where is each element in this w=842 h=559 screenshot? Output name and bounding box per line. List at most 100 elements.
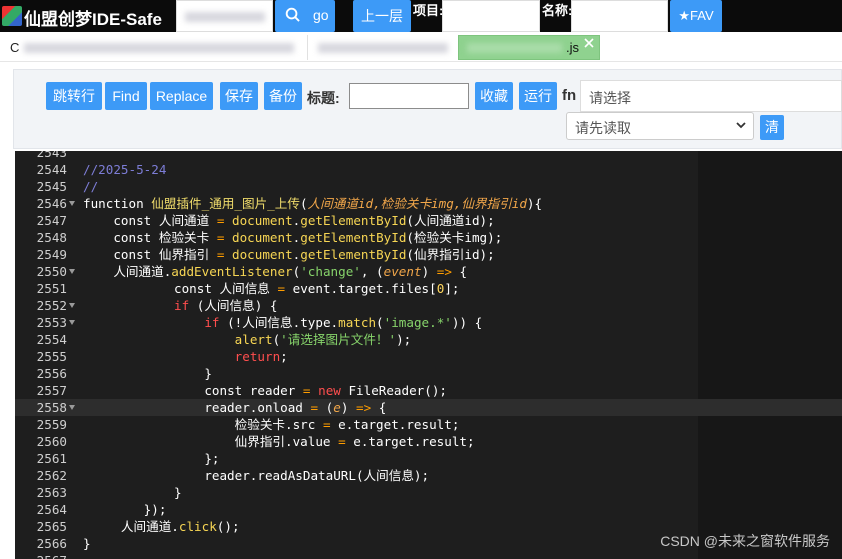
name-input[interactable] [571,0,668,32]
replace-button[interactable]: Replace [150,82,213,110]
code-line[interactable]: 2551 const 人间信息 = event.target.files[0]; [15,280,842,297]
title-label: 标题: [307,90,340,106]
project-input[interactable] [442,0,540,32]
line-number: 2555 [36,349,67,364]
code-line[interactable]: 2547 const 人间通道 = document.getElementByI… [15,212,842,229]
search-icon [285,7,300,22]
fold-arrow-icon[interactable] [69,201,75,206]
code-text: }; [83,451,220,466]
app-logo-icon [2,6,22,26]
run-button[interactable]: 运行 [519,82,557,110]
line-number: 2554 [36,332,67,347]
code-editor[interactable]: 2543 2544 //2025-5-24 2545 // 2546 function 仙盟… [15,151,842,559]
code-text: if (人间信息) { [174,298,278,313]
code-line[interactable]: 2554 alert('请选择图片文件！'); [15,331,842,348]
code-text: 检验关卡.src = e.target.result; [83,417,460,432]
fold-arrow-icon[interactable] [69,405,75,410]
line-number: 2558 [36,400,67,415]
redacted-text [24,43,294,53]
find-button[interactable]: Find [105,82,147,110]
path-input[interactable] [176,0,273,32]
line-number: 2543 [36,151,67,160]
code-line[interactable]: 2555 return; [15,348,842,365]
function-select[interactable]: 请选择 [580,80,842,112]
file-tab[interactable]: C [0,35,308,60]
watermark: CSDN @未来之窗软件服务 [660,533,830,549]
code-text: 人间通道.click(); [83,519,240,534]
line-number: 2549 [36,247,67,262]
top-bar: 仙盟创梦IDE-Safe go 上一层 项目: 名称: ★FAV [0,0,842,32]
search-go-button[interactable]: go [275,0,335,32]
code-text: function 仙盟插件_通用_图片_上传(人间通道id,检验关卡img,仙界… [83,196,543,211]
code-line[interactable]: 2561 }; [15,450,842,467]
file-tab[interactable] [312,35,458,60]
file-tab-bar: C .js [0,32,842,62]
code-line[interactable]: 2552 if (人间信息) { [15,297,842,314]
name-label: 名称: [542,3,573,18]
code-line[interactable]: 2559 检验关卡.src = e.target.result; [15,416,842,433]
code-line[interactable]: 2546 function 仙盟插件_通用_图片_上传(人间通道id,检验关卡im… [15,195,842,212]
line-number: 2548 [36,230,67,245]
code-text: const 检验关卡 = document.getElementById(检验关… [113,230,503,245]
title-input[interactable] [349,83,469,109]
code-line[interactable]: 2549 const 仙界指引 = document.getElementByI… [15,246,842,263]
close-icon[interactable] [582,36,596,50]
code-line[interactable]: 2543 [15,151,842,161]
redacted-text [318,43,448,53]
line-number: 2562 [36,468,67,483]
code-line[interactable]: 2562 reader.readAsDataURL(人间信息); [15,467,842,484]
fold-arrow-icon[interactable] [69,269,75,274]
code-text: }); [83,502,167,517]
code-text: reader.readAsDataURL(人间信息); [83,468,430,483]
redacted-text [185,12,265,22]
read-select[interactable]: 请先读取 [566,112,754,140]
code-text: } [83,366,212,381]
line-number: 2564 [36,502,67,517]
code-text: 仙界指引.value = e.target.result; [83,434,475,449]
code-text: 人间通道.addEventListener('change', (event) … [83,264,468,279]
save-button[interactable]: 保存 [220,82,258,110]
line-number: 2563 [36,485,67,500]
fold-arrow-icon[interactable] [69,303,75,308]
code-text: if (!人间信息.type.match('image.*')) { [204,315,483,330]
line-number: 2561 [36,451,67,466]
jump-to-line-button[interactable]: 跳转行 [46,82,102,110]
code-line[interactable]: 2556 } [15,365,842,382]
code-line[interactable]: 2544 //2025-5-24 [15,161,842,178]
line-number: 2567 [15,552,67,559]
code-text: //2025-5-24 [83,162,167,177]
line-number: 2551 [36,281,67,296]
code-text: alert('请选择图片文件！'); [234,332,412,347]
up-level-button[interactable]: 上一层 [353,0,411,32]
code-line[interactable]: 2564 }); [15,501,842,518]
code-line[interactable]: 2560 仙界指引.value = e.target.result; [15,433,842,450]
code-line[interactable]: 2553 if (!人间信息.type.match('image.*')) { [15,314,842,331]
app-title: 仙盟创梦IDE-Safe [24,10,162,29]
line-number: 2560 [36,434,67,449]
backup-button[interactable]: 备份 [264,82,302,110]
project-label: 项目: [413,3,444,18]
redacted-text [467,43,562,53]
line-number: 2557 [36,383,67,398]
code-line[interactable]: 2563 } [15,484,842,501]
line-number: 2553 [36,315,67,330]
code-text: // [83,179,99,194]
collect-button[interactable]: 收藏 [475,82,513,110]
code-line[interactable]: 2545 // [15,178,842,195]
code-text: const 仙界指引 = document.getElementById(仙界指… [113,247,495,262]
code-line[interactable]: 2567 [15,552,842,559]
chevron-down-icon [736,122,746,129]
fav-button[interactable]: ★FAV [670,0,722,32]
line-number: 2544 [36,162,67,177]
clear-button[interactable]: 清 [760,115,784,140]
code-text: } [83,485,182,500]
fold-arrow-icon[interactable] [69,320,75,325]
active-file-tab[interactable]: .js [458,35,600,60]
code-line[interactable]: 2558 reader.onload = (e) => { [15,399,842,416]
line-number: 2545 [36,179,67,194]
line-number: 2559 [36,417,67,432]
code-text: const 人间信息 = event.target.files[0]; [174,281,460,296]
code-line[interactable]: 2557 const reader = new FileReader(); [15,382,842,399]
code-line[interactable]: 2548 const 检验关卡 = document.getElementByI… [15,229,842,246]
code-line[interactable]: 2550 人间通道.addEventListener('change', (ev… [15,263,842,280]
